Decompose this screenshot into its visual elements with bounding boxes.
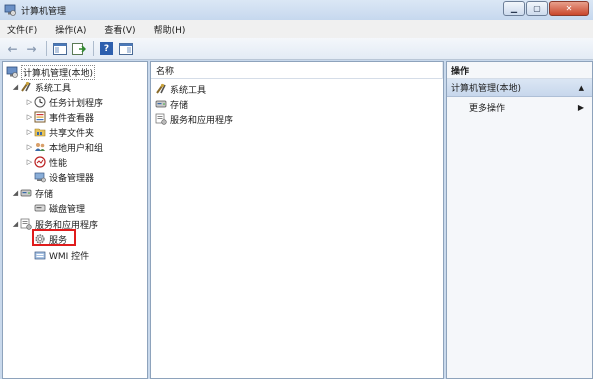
list-item-label: 服务和应用程序 [170,115,234,126]
forward-arrow-icon: → [26,41,37,56]
column-header-label: 名称 [156,66,175,77]
clock-icon [34,96,46,108]
system-tools-icon [21,81,31,92]
tree-item-wmi[interactable]: WMI 控件 [25,248,89,262]
toolbar: ← → ? [0,38,593,60]
collapsed-arrow-icon[interactable]: ▷ [25,113,34,121]
export-list-icon [71,42,86,55]
performance-icon [34,156,46,168]
tree-label: 事件查看器 [49,113,95,124]
expanded-arrow-icon[interactable]: ◢ [11,220,20,228]
actions-header: 操作 [447,62,592,79]
name-column-header[interactable]: 名称 [151,62,443,79]
storage-icon [20,189,32,197]
services-apps-icon [155,113,167,125]
services-apps-icon [20,218,32,230]
actions-header-label: 操作 [451,66,470,77]
maximize-button[interactable]: ▢ [526,1,548,16]
collapsed-arrow-icon[interactable]: ▷ [25,98,34,106]
menu-help[interactable]: 帮助(H) [151,22,189,37]
tree-item-disk-management[interactable]: 磁盘管理 [25,201,85,215]
tree-label: 系统工具 [35,83,72,94]
maximize-icon: ▢ [533,4,541,13]
back-button[interactable]: ← [4,41,21,57]
shared-folder-icon [34,128,46,137]
export-list-button[interactable] [70,41,87,57]
minimize-button[interactable]: ▁ [503,1,525,16]
menu-file[interactable]: 文件(F) [4,22,40,37]
tree-item-task-scheduler[interactable]: ▷ 任务计划程序 [25,95,103,109]
tree-item-shared-folders[interactable]: ▷ 共享文件夹 [25,125,94,139]
help-button[interactable]: ? [98,41,115,57]
toolbar-separator [46,41,47,56]
device-manager-icon [34,172,46,183]
tree-label: 共享文件夹 [49,128,95,139]
result-pane: 名称 系统工具 存储 服务和应用程序 [150,61,444,379]
list-item-system-tools[interactable]: 系统工具 [155,82,206,96]
back-arrow-icon: ← [7,41,18,56]
tree-label: 任务计划程序 [49,98,104,109]
tree-item-performance[interactable]: ▷ 性能 [25,155,67,169]
actions-section-label: 计算机管理(本地) [451,84,522,94]
tree-item-device-manager[interactable]: 设备管理器 [25,170,94,184]
help-icon: ? [100,42,113,55]
expanded-arrow-icon[interactable]: ◢ [11,189,20,197]
menu-action[interactable]: 操作(A) [52,22,89,37]
column-divider [442,62,443,79]
event-viewer-icon [34,111,46,123]
menu-bar: 文件(F) 操作(A) 查看(V) 帮助(H) [0,20,593,38]
tree-label: 磁盘管理 [49,204,86,215]
tree-item-root[interactable]: 计算机管理(本地) [6,64,96,80]
tree-label: 本地用户和组 [49,143,104,154]
services-highlight-box [32,229,76,246]
window-title: 计算机管理 [21,6,67,17]
minimize-icon: ▁ [510,4,518,13]
tree-label: 性能 [49,158,68,169]
tree-item-local-users[interactable]: ▷ 本地用户和组 [25,140,103,154]
system-tools-icon [156,83,166,94]
tree-item-storage[interactable]: ◢ 存储 [11,186,53,200]
tree-label: 设备管理器 [49,173,95,184]
menu-view[interactable]: 查看(V) [101,22,138,37]
tree-label: 计算机管理(本地) [21,64,96,80]
users-icon [35,143,45,151]
action-pane-icon [118,42,133,55]
window-controls: ▁ ▢ ✕ [502,1,589,16]
close-button[interactable]: ✕ [549,1,589,16]
collapse-caret-icon[interactable]: ▲ [579,84,584,92]
action-pane-button[interactable] [117,41,134,57]
tree-label: 存储 [35,189,54,200]
computer-management-icon [4,4,16,16]
help-glyph: ? [103,43,110,54]
more-actions-label: 更多操作 [469,103,506,114]
collapsed-arrow-icon[interactable]: ▷ [25,143,34,151]
actions-pane: 操作 计算机管理(本地) ▲ 更多操作 ▶ [446,61,593,379]
toolbar-separator [93,41,94,56]
expanded-arrow-icon[interactable]: ◢ [11,83,20,91]
title-bar: 计算机管理 ▁ ▢ ✕ [0,0,593,20]
list-item-label: 存储 [170,100,189,111]
actions-section-computer-management[interactable]: 计算机管理(本地) ▲ [447,79,592,97]
show-hide-tree-button[interactable] [51,41,68,57]
console-tree-pane: 计算机管理(本地) ◢ 系统工具 ▷ 任务计划程序 ▷ 事件查看器 ▷ 共享文件… [2,61,148,379]
storage-icon [155,100,167,108]
tree-label: WMI 控件 [49,251,90,262]
tree-item-event-viewer[interactable]: ▷ 事件查看器 [25,110,94,124]
list-item-storage[interactable]: 存储 [155,97,188,111]
list-item-label: 系统工具 [170,85,207,96]
collapsed-arrow-icon[interactable]: ▷ [25,128,34,136]
list-item-services-apps[interactable]: 服务和应用程序 [155,112,233,126]
console-tree-icon [52,42,67,55]
submenu-arrow-icon: ▶ [577,102,584,112]
close-icon: ✕ [565,4,573,13]
wmi-control-icon [34,251,46,260]
collapsed-arrow-icon[interactable]: ▷ [25,158,34,166]
disk-management-icon [34,204,46,212]
computer-management-icon [6,66,18,78]
more-actions-item[interactable]: 更多操作 ▶ [447,99,592,115]
tree-item-system-tools[interactable]: ◢ 系统工具 [11,80,71,94]
forward-button[interactable]: → [23,41,40,57]
